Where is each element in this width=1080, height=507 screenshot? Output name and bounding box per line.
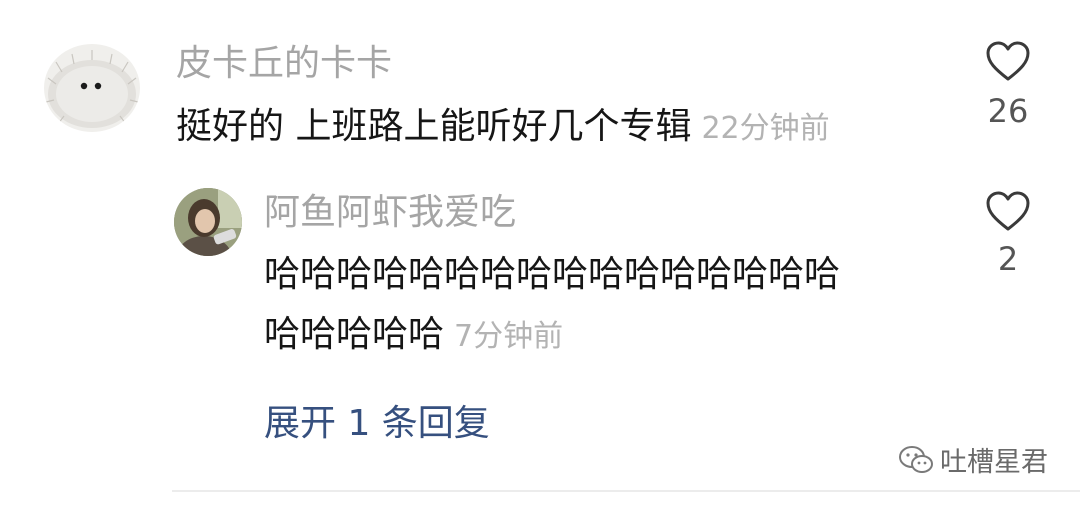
reply-like-count: 2 [997, 240, 1019, 278]
reply-username[interactable]: 阿鱼阿虾我爱吃 [264, 191, 516, 235]
comment-avatar[interactable] [44, 44, 140, 132]
comment-time: 22分钟前 [701, 111, 830, 146]
heart-outline-icon [986, 191, 1030, 231]
reply-text-line1: 哈哈哈哈哈哈哈哈哈哈哈哈哈哈哈哈 [264, 254, 841, 295]
expand-replies-button[interactable]: 展开 1 条回复 [264, 402, 490, 446]
divider [172, 490, 1080, 492]
reply-like-button[interactable]: 2 [978, 190, 1038, 278]
reply-time: 7分钟前 [454, 319, 564, 354]
user-photo-avatar-icon [174, 188, 242, 256]
reply-avatar[interactable] [174, 188, 242, 256]
comment-like-count: 26 [987, 92, 1029, 130]
comment-text: 挺好的 上班路上能听好几个专辑 22分钟前 [176, 100, 830, 156]
reply-text-line2: 哈哈哈哈哈 [264, 314, 445, 355]
comment-like-button[interactable]: 26 [978, 40, 1038, 130]
hedgehog-avatar-icon [45, 50, 139, 128]
comment-body: 挺好的 上班路上能听好几个专辑 [176, 106, 692, 147]
heart-outline-icon [986, 41, 1030, 81]
watermark: 吐槽星君 [898, 440, 1048, 479]
comment-username[interactable]: 皮卡丘的卡卡 [176, 42, 392, 86]
wechat-icon [899, 445, 933, 473]
reply-text: 哈哈哈哈哈 7分钟前 [264, 308, 563, 364]
watermark-text: 吐槽星君 [940, 447, 1048, 478]
